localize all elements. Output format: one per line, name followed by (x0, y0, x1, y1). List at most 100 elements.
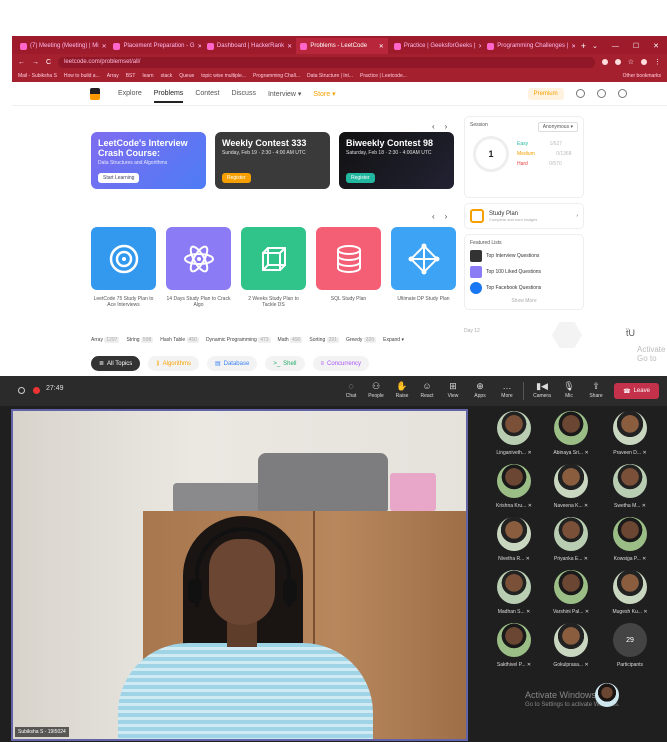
topic-chip[interactable]: >_ Shell (265, 356, 305, 371)
study-plan-item[interactable]: 14 Days Study Plan to Crack Algo (166, 227, 231, 308)
view-button[interactable]: ⊞ View (439, 380, 467, 399)
study-plan-item[interactable]: LeetCode 75 Study Plan to Ace Interviews (91, 227, 156, 308)
apps-button[interactable]: ⊕ Apps (466, 380, 494, 399)
participant-tile[interactable]: Nivetha R... ✕ (488, 517, 540, 562)
bookmark-item[interactable]: How to build a... (64, 73, 100, 79)
featured-list-item[interactable]: Top Interview Questions (470, 250, 578, 262)
maximize-icon[interactable]: ☐ (633, 42, 639, 50)
close-icon[interactable]: ✕ (287, 43, 292, 50)
topic-chip[interactable]: ≣ All Topics (91, 356, 141, 371)
bookmark-item[interactable]: Mail - Subiksha S (18, 73, 57, 79)
participant-tile[interactable]: Priyanka E... ✕ (545, 517, 597, 562)
react-button[interactable]: ☺ React (413, 380, 441, 399)
study-plan-item[interactable]: Ultimate DP Study Plan (391, 227, 456, 308)
participant-tile[interactable]: Gokulprasa... ✕ (545, 623, 597, 668)
browser-tab[interactable]: Practice | GeeksforGeeks | ✕ (390, 38, 481, 54)
crash-course-card[interactable]: LeetCode's Interview Crash Course: Data … (91, 132, 206, 189)
extension-icon[interactable] (614, 59, 621, 65)
participant-tile[interactable]: Sakthivel P... ✕ (488, 623, 540, 668)
study-plan-item[interactable]: SQL Study Plan (316, 227, 381, 308)
star-icon[interactable]: ☆ (628, 58, 634, 66)
participant-tile[interactable]: Kowsiga P... ✕ (604, 517, 656, 562)
participant-tile[interactable]: Mugesh Ku... ✕ (604, 570, 656, 615)
nav-item[interactable]: Problems (153, 90, 184, 103)
tag-filter[interactable]: Greedy 320 (346, 337, 377, 343)
menu-dots-icon[interactable]: ⋮ (654, 58, 661, 66)
show-more-link[interactable]: Show More (470, 298, 578, 304)
nav-item[interactable]: Contest (195, 90, 219, 97)
presenter-video[interactable]: Subiksha S - 19I5024 (11, 409, 468, 741)
bookmark-item[interactable]: learn (142, 73, 153, 79)
study-plan-item[interactable]: 2 Weeks Study Plan to Tackle DS (241, 227, 306, 308)
start-learning-button[interactable]: Start Learning (98, 173, 140, 183)
camera-button[interactable]: ▮◀ Camera (528, 380, 556, 399)
leetcode-logo[interactable] (90, 87, 100, 100)
translate-icon[interactable]: ẗU (626, 328, 635, 338)
url-field[interactable]: leetcode.com/problemset/all/ (58, 56, 595, 68)
more-participants-button[interactable]: 29 Participants (604, 623, 656, 668)
mic-button[interactable]: 🎙 Mic (555, 380, 583, 399)
participant-tile[interactable]: Abinaya Sri... ✕ (545, 411, 597, 456)
browser-tab[interactable]: Dashboard | HackerRank ✕ (203, 38, 294, 54)
avatar[interactable] (617, 89, 627, 98)
browser-tab[interactable]: Placement Preparation - G ✕ (109, 38, 201, 54)
weekly-contest-card[interactable]: Weekly Contest 333 Sunday, Feb 19 · 2:30… (215, 132, 330, 189)
browser-tab[interactable]: (7) Meeting (Meeting) | Mi ✕ (16, 38, 107, 54)
nav-item[interactable]: Explore (118, 90, 142, 97)
bookmark-item[interactable]: Programming Chall... (253, 73, 300, 79)
raise-button[interactable]: ✋ Raise (388, 380, 416, 399)
minimize-icon[interactable]: — (612, 43, 619, 50)
register-button[interactable]: Register (222, 173, 251, 183)
bell-icon[interactable] (575, 89, 585, 98)
close-icon[interactable]: ✕ (198, 43, 201, 50)
nav-item[interactable]: Store ▾ (313, 90, 335, 98)
bookmark-item[interactable]: Queue (179, 73, 194, 79)
new-tab-button[interactable]: + (577, 38, 590, 54)
profile-icon[interactable] (641, 59, 647, 65)
browser-tab[interactable]: Programming Challenges | ✕ (483, 38, 575, 54)
participant-tile[interactable]: Linganiveth... ✕ (488, 411, 540, 456)
session-select[interactable]: Anonymous ▾ (537, 122, 578, 132)
topic-chip[interactable]: ⟫ Algorithms (148, 356, 199, 371)
chevron-left-icon[interactable]: ‹ (432, 122, 435, 131)
tag-filter[interactable]: Math 490 (278, 337, 303, 343)
bookmark-item[interactable]: topic wise multiple... (201, 73, 246, 79)
browser-tab[interactable]: Problems - LeetCode ✕ (296, 38, 388, 54)
tag-filter[interactable]: Hash Table 450 (160, 337, 199, 343)
leave-button[interactable]: ☎ Leave (614, 383, 659, 399)
chevron-down-icon[interactable]: ⌄ (592, 42, 598, 50)
people-button[interactable]: ⚇ People (362, 380, 390, 399)
bookmark-item[interactable]: Array (107, 73, 119, 79)
topic-chip[interactable]: ≡ Concurrency (312, 356, 370, 371)
bookmark-item[interactable]: Data Structure | Int... (307, 73, 353, 79)
chat-button[interactable]: ◌ Chat (337, 380, 365, 399)
premium-button[interactable]: Premium (527, 87, 564, 100)
more-button[interactable]: … More (493, 380, 521, 399)
fire-icon[interactable] (596, 89, 606, 98)
extension-icon[interactable] (601, 59, 608, 65)
bookmark-item[interactable]: BST (126, 73, 136, 79)
participant-tile[interactable]: Varshini Pal... ✕ (545, 570, 597, 615)
chevron-left-icon[interactable]: ‹ (432, 212, 435, 221)
reload-icon[interactable]: C (46, 59, 51, 66)
topic-chip[interactable]: ▤ Database (206, 356, 258, 371)
chevron-right-icon[interactable]: › (445, 212, 448, 221)
featured-list-item[interactable]: Top Facebook Questions (470, 282, 578, 294)
close-icon[interactable]: ✕ (102, 43, 107, 50)
participant-tile[interactable]: Krishna Kru... ✕ (488, 464, 540, 509)
tag-filter[interactable]: Sorting 291 (309, 337, 339, 343)
close-icon[interactable]: ✕ (653, 42, 659, 50)
participant-tile[interactable]: Swetha M... ✕ (604, 464, 656, 509)
share-button[interactable]: ⇪ Share (582, 380, 610, 399)
close-icon[interactable]: ✕ (379, 43, 384, 50)
other-bookmarks[interactable]: Other bookmarks (623, 73, 661, 79)
back-icon[interactable]: ← (18, 59, 25, 66)
tag-filter[interactable]: Dynamic Programming 473 (206, 337, 271, 343)
tag-filter[interactable]: Expand ▾ (383, 337, 404, 343)
study-plan-panel[interactable]: Study Plan Complete and earn badges › (464, 203, 584, 229)
nav-item[interactable]: Discuss (231, 90, 256, 97)
self-view-avatar[interactable] (595, 683, 619, 707)
participant-tile[interactable]: Naveena K... ✕ (545, 464, 597, 509)
tag-filter[interactable]: String 598 (126, 337, 154, 343)
close-icon[interactable]: ✕ (571, 43, 575, 50)
